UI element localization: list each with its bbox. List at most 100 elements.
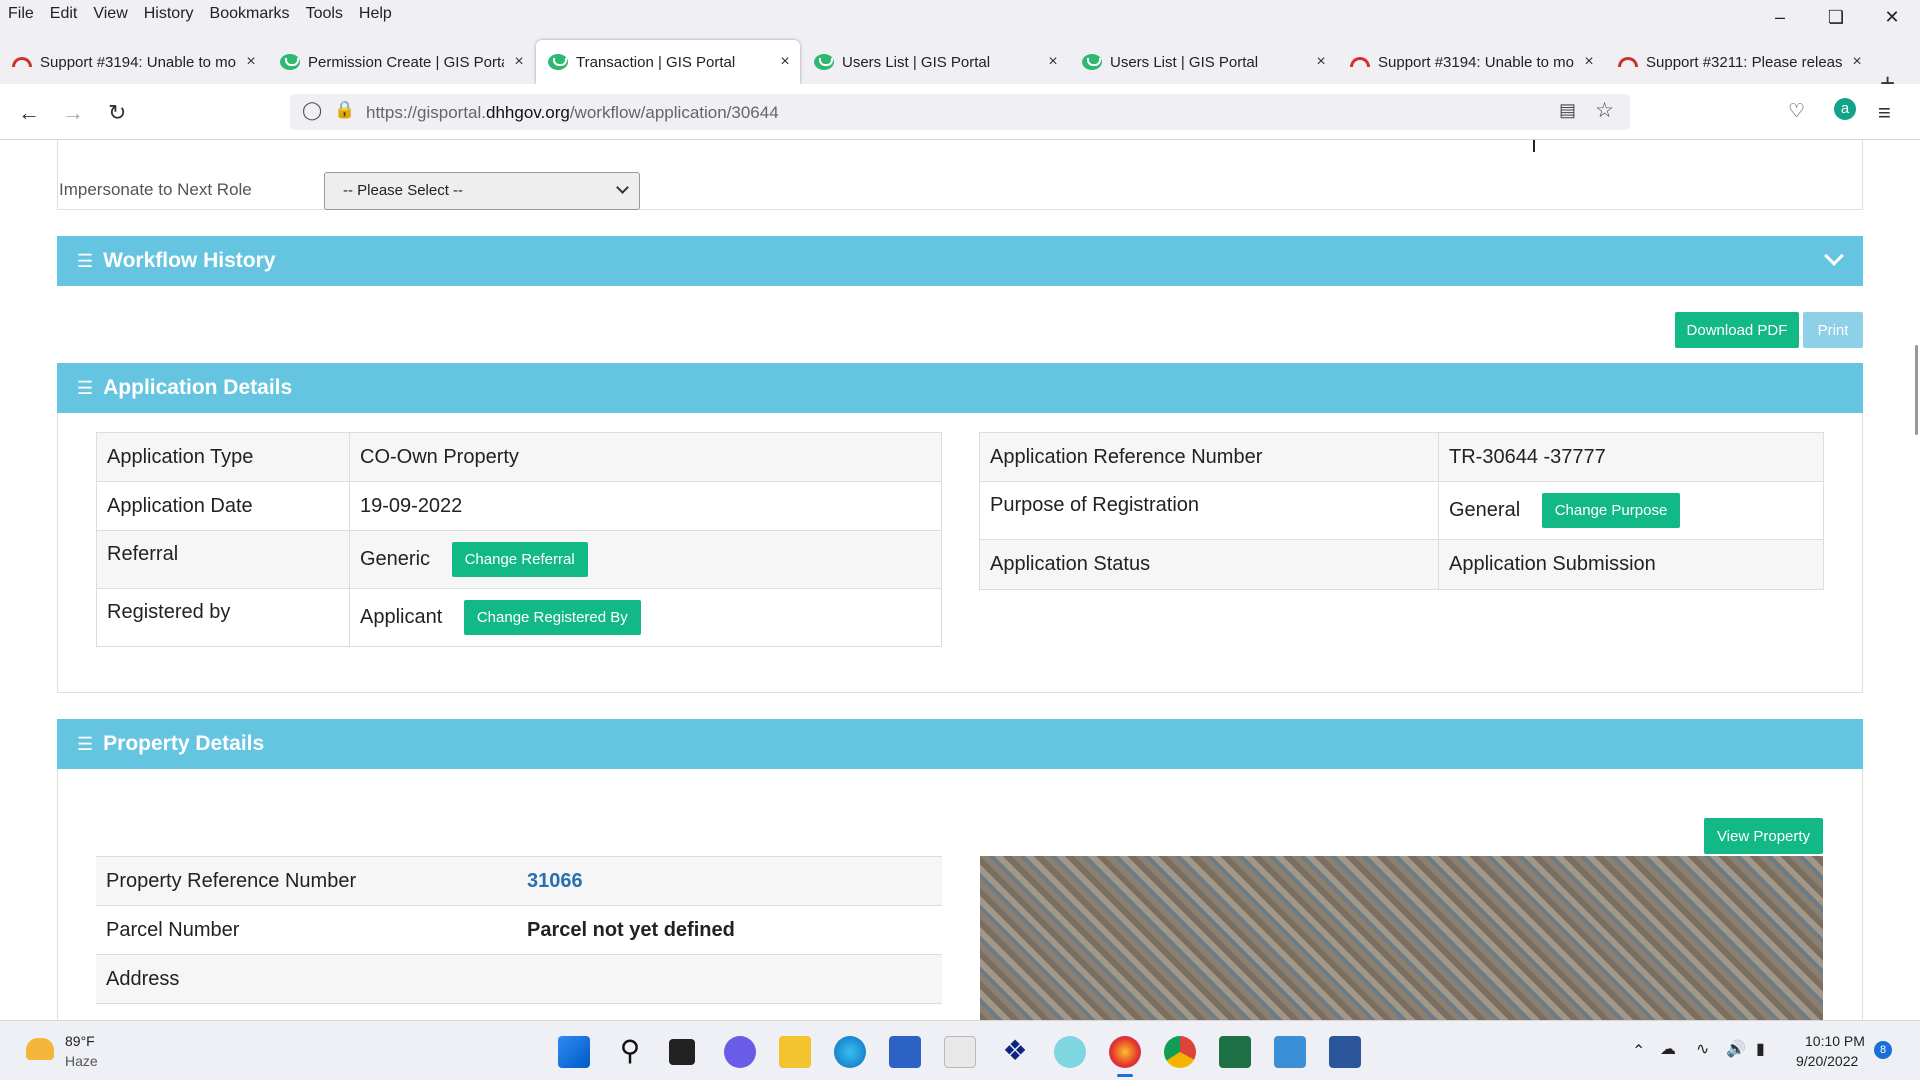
close-tab-icon[interactable]: × [1842,53,1872,71]
change-purpose-button[interactable]: Change Purpose [1541,493,1681,528]
page-content: Impersonate to Next Role -- Please Selec… [0,140,1920,1020]
back-arrow-icon[interactable]: ← [18,100,40,126]
clock-time[interactable]: 10:10 PM [1805,1033,1865,1049]
shield-icon[interactable]: ◯ [302,100,322,121]
chat-icon[interactable] [724,1036,756,1068]
print-button[interactable]: Print [1803,312,1863,348]
windows-taskbar: 89°F Haze ⚲ ❖ ⌃ ☁ ∿ 🔊 ▮ 10:10 PM 9/20/20… [0,1020,1920,1080]
task-view-icon[interactable] [669,1039,695,1065]
close-tab-icon[interactable]: × [1038,53,1068,71]
start-icon[interactable] [558,1036,590,1068]
table-row: Referral Generic Change Referral [96,530,942,589]
change-referral-button[interactable]: Change Referral [451,542,588,577]
table-row: Property Reference Number 31066 [96,856,942,906]
tab-support-3194[interactable]: Support #3194: Unable to mo × [0,40,266,84]
table-row: Application Type CO-Own Property [96,432,942,482]
pocket-icon[interactable]: ♡ [1788,100,1805,123]
registered-by-label: Registered by [96,588,350,647]
volume-icon[interactable]: 🔊 [1726,1039,1746,1059]
notepad-icon[interactable] [1274,1036,1306,1068]
weather-icon[interactable] [26,1038,54,1060]
close-tab-icon[interactable]: × [770,53,800,71]
tab-users-list-2[interactable]: Users List | GIS Portal × [1070,40,1336,84]
table-row: Purpose of Registration General Change P… [979,481,1824,540]
forward-arrow-icon[interactable]: → [62,100,84,126]
tab-support-3194-2[interactable]: Support #3194: Unable to mo × [1338,40,1604,84]
property-details-header: ☰ Property Details [57,719,1863,769]
wifi-icon[interactable]: ∿ [1696,1039,1709,1059]
tab-title: Support #3194: Unable to mo [40,53,236,71]
download-pdf-button[interactable]: Download PDF [1675,312,1799,348]
change-registered-by-button[interactable]: Change Registered By [463,600,641,635]
workflow-history-title: Workflow History [103,249,276,272]
gis-icon [548,54,568,70]
gis-icon [1082,54,1102,70]
view-property-button[interactable]: View Property [1704,818,1823,854]
close-tab-icon[interactable]: × [1574,53,1604,71]
excel-icon[interactable] [1219,1036,1251,1068]
edge-icon[interactable] [834,1036,866,1068]
satellite-map-image[interactable] [980,856,1823,1020]
battery-icon[interactable]: ▮ [1756,1039,1765,1059]
tab-title: Permission Create | GIS Portal [308,53,504,71]
tab-users-list[interactable]: Users List | GIS Portal × [802,40,1068,84]
application-date-label: Application Date [96,481,350,531]
menu-tools[interactable]: Tools [298,5,351,23]
menu-edit[interactable]: Edit [42,5,86,23]
amazon-icon[interactable] [944,1036,976,1068]
workflow-history-header[interactable]: ☰ Workflow History [57,236,1863,286]
chevron-down-icon[interactable] [1824,246,1844,266]
menu-file[interactable]: File [0,5,42,23]
tab-support-3211[interactable]: Support #3211: Please release × [1606,40,1872,84]
store-icon[interactable] [889,1036,921,1068]
chevron-down-icon [616,181,629,194]
close-tab-icon[interactable]: × [504,53,534,71]
mail-app-icon[interactable] [1054,1036,1086,1068]
page-scrollbar[interactable] [1915,345,1918,435]
menu-help[interactable]: Help [351,5,400,23]
onedrive-icon[interactable]: ☁ [1660,1039,1676,1059]
chevron-up-icon[interactable]: ⌃ [1632,1041,1645,1061]
reader-view-icon[interactable]: ▤ [1559,100,1576,121]
parcel-number-value: Parcel not yet defined [517,905,942,955]
tab-bar: Support #3194: Unable to mo × Permission… [0,28,1920,98]
menu-history[interactable]: History [136,5,202,23]
reload-icon[interactable]: ↻ [108,100,126,126]
property-reference-label: Property Reference Number [96,856,517,906]
impersonate-select[interactable]: -- Please Select -- [324,172,640,210]
menu-view[interactable]: View [85,5,135,23]
url-text[interactable]: https://gisportal.dhhgov.org/workflow/ap… [366,103,779,123]
weather-temp: 89°F [65,1033,95,1049]
registered-by-value: Applicant [360,605,443,628]
list-icon: ☰ [77,377,94,398]
registered-by-cell: Applicant Change Registered By [349,588,942,647]
hamburger-menu-icon[interactable]: ≡ [1878,100,1891,126]
referral-cell: Generic Change Referral [349,530,942,589]
close-tab-icon[interactable]: × [236,53,266,71]
word-icon[interactable] [1329,1036,1361,1068]
close-tab-icon[interactable]: × [1306,53,1336,71]
purpose-cell: General Change Purpose [1438,481,1824,540]
gis-icon [814,54,834,70]
file-explorer-icon[interactable] [779,1036,811,1068]
chrome-icon[interactable] [1164,1036,1196,1068]
list-icon: ☰ [77,250,94,271]
firefox-icon[interactable] [1109,1036,1141,1068]
purpose-value: General [1449,498,1521,521]
clock-date[interactable]: 9/20/2022 [1796,1053,1858,1069]
purpose-label: Purpose of Registration [979,481,1439,540]
search-icon[interactable]: ⚲ [614,1036,646,1068]
menu-bookmarks[interactable]: Bookmarks [202,5,298,23]
notification-badge[interactable]: 8 [1874,1041,1892,1059]
weather-desc: Haze [65,1053,98,1069]
tab-transaction[interactable]: Transaction | GIS Portal × [536,40,800,84]
lock-icon[interactable]: 🔒 [334,100,355,120]
url-bar[interactable]: ◯ 🔒 https://gisportal.dhhgov.org/workflo… [290,94,1630,130]
impersonate-label: Impersonate to Next Role [59,180,252,199]
bookmark-star-icon[interactable]: ☆ [1595,98,1614,123]
tab-permission-create[interactable]: Permission Create | GIS Portal × [268,40,534,84]
property-reference-link[interactable]: 31066 [517,856,942,906]
dropbox-icon[interactable]: ❖ [999,1036,1031,1068]
reference-number-value: TR-30644 -37777 [1438,432,1824,482]
extension-icon[interactable]: a [1834,98,1856,120]
